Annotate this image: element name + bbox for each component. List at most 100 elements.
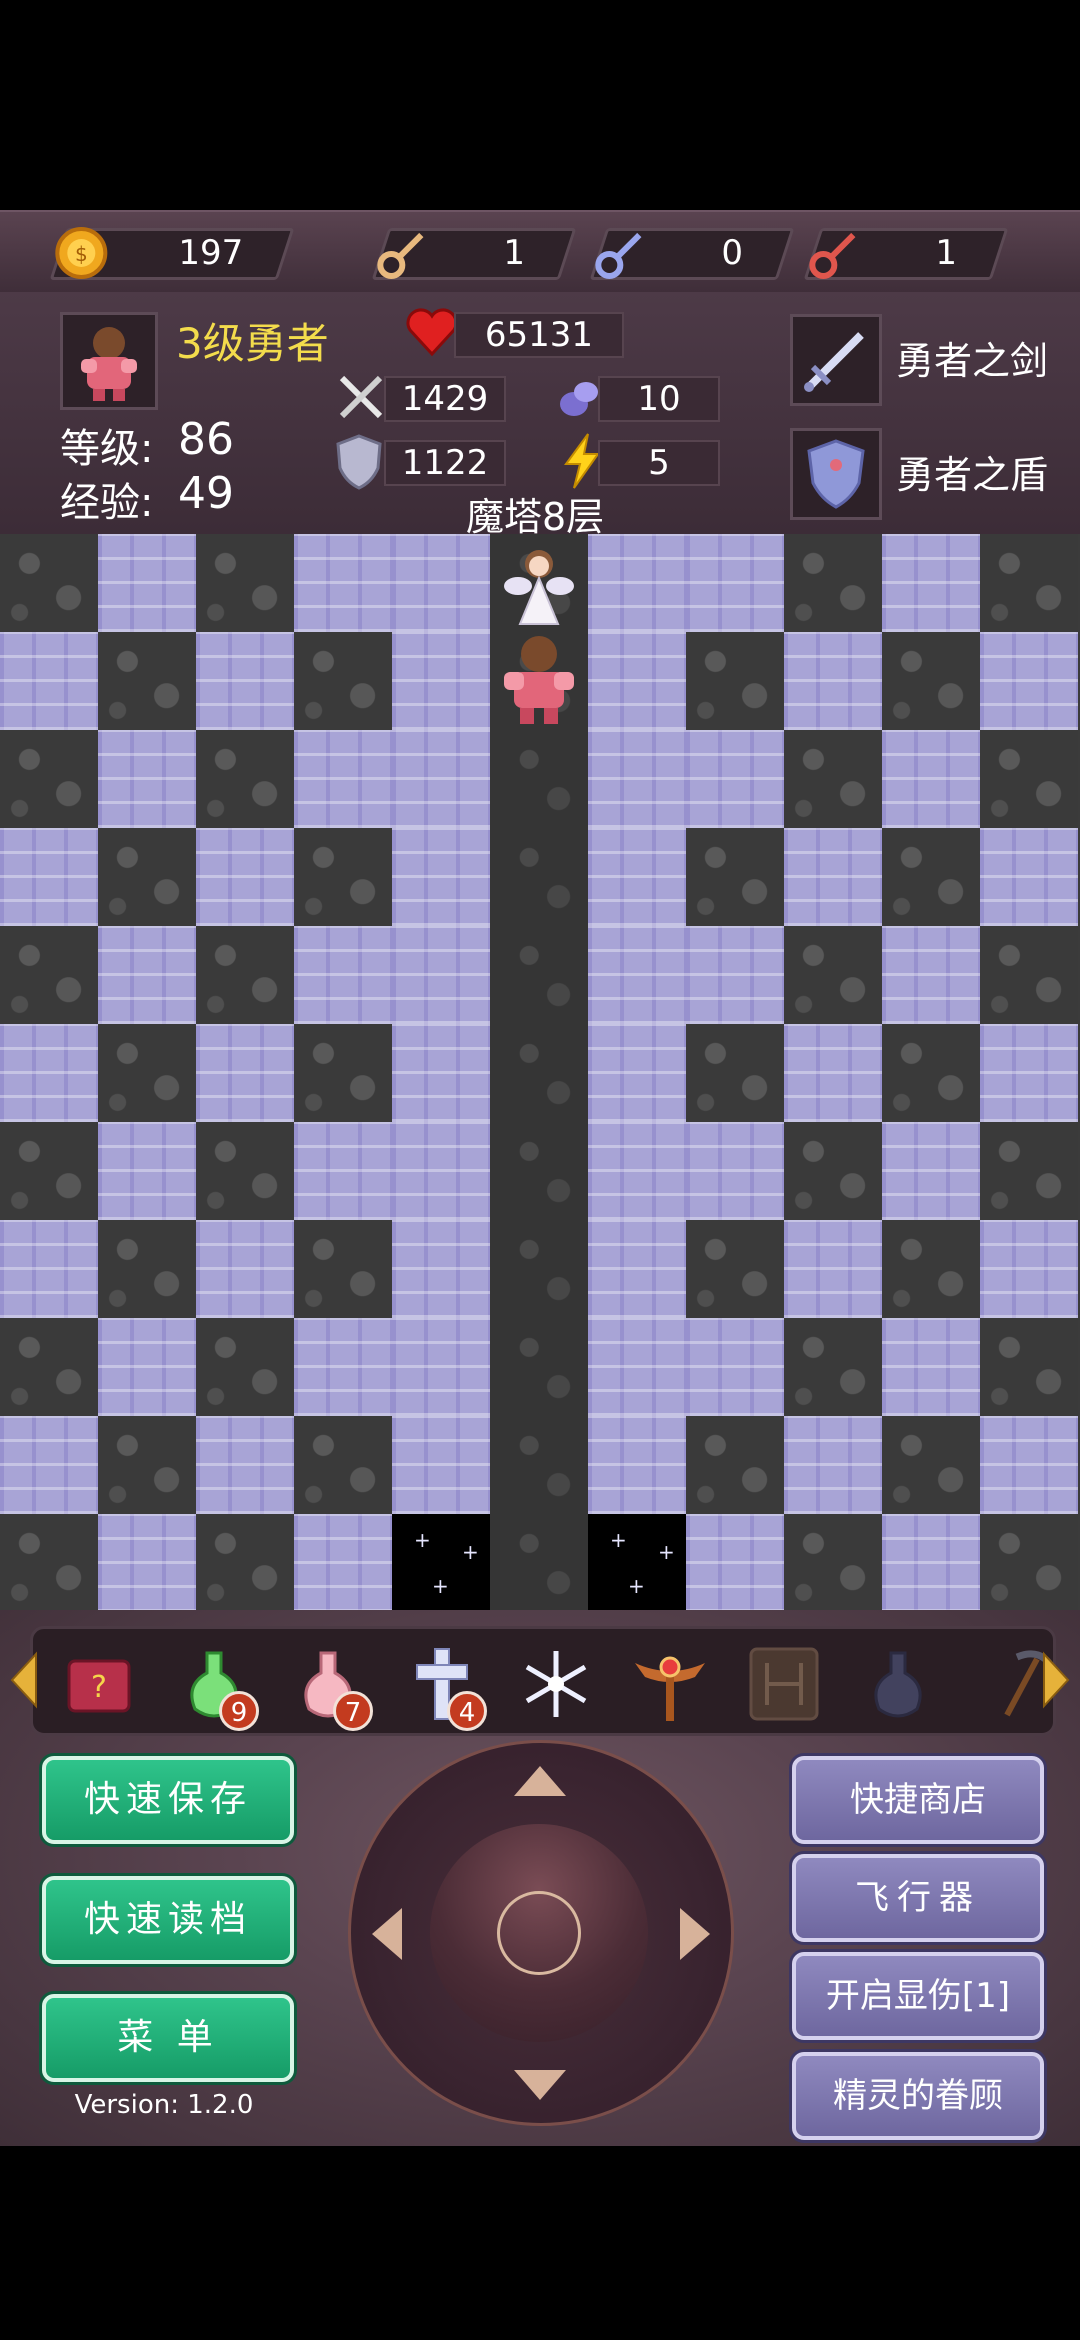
item-slot[interactable]: 4 — [397, 1639, 487, 1731]
wall-tile — [196, 730, 294, 828]
floor-tile — [588, 730, 686, 828]
book-icon: ? — [67, 1659, 131, 1713]
exp-label: 经验: — [60, 480, 154, 526]
floor-tile — [392, 828, 490, 926]
blue-key-counter: 0 — [589, 228, 795, 280]
item-slot[interactable]: ? — [55, 1639, 145, 1729]
floor-tile — [784, 1024, 882, 1122]
floor-tile — [980, 632, 1078, 730]
item-slot[interactable] — [739, 1639, 829, 1729]
atk-box: 1429 — [384, 376, 506, 422]
atk-value: 1429 — [401, 379, 489, 419]
dpad-down-icon[interactable] — [512, 2068, 568, 2102]
wall-tile — [0, 1122, 98, 1220]
floor-tile — [588, 534, 686, 632]
dpad-right-icon[interactable] — [678, 1906, 712, 1962]
wall-tile — [98, 1024, 196, 1122]
wall-tile — [98, 1416, 196, 1514]
wall-tile — [882, 1220, 980, 1318]
dark-flask-icon — [874, 1651, 922, 1718]
wall-tile — [980, 1318, 1078, 1416]
dpad-up-icon[interactable] — [512, 1764, 568, 1798]
quick-save-button[interactable]: 快速保存 — [42, 1756, 294, 1844]
wall-tile — [686, 1416, 784, 1514]
fairy-button[interactable]: 精灵的眷顾 — [792, 2052, 1044, 2140]
wall-tile — [294, 828, 392, 926]
wall-tile — [882, 828, 980, 926]
floor-tile — [686, 1514, 784, 1610]
floor-tile — [588, 1318, 686, 1416]
floor-tile — [882, 1318, 980, 1416]
blue-key-value: 0 — [721, 233, 744, 273]
damage-toggle-button[interactable]: 开启显伤[1] — [792, 1952, 1044, 2040]
mdef-value: 10 — [637, 379, 681, 419]
rune-tablet-icon — [749, 1647, 819, 1721]
wall-tile — [784, 534, 882, 632]
shield-slot[interactable] — [790, 428, 882, 520]
floor-label: 魔塔8层 — [466, 495, 605, 539]
quick-load-button[interactable]: 快速读档 — [42, 1876, 294, 1964]
wall-tile — [686, 1220, 784, 1318]
starfield-tile: + + + — [392, 1514, 490, 1610]
star-sparkle: + — [462, 1540, 479, 1564]
wall-tile — [686, 632, 784, 730]
menu-button[interactable]: 菜 单 — [42, 1994, 294, 2082]
floor-tile — [0, 632, 98, 730]
hero-avatar-icon — [81, 327, 137, 401]
floor-tile — [98, 1122, 196, 1220]
floor-tile — [882, 534, 980, 632]
item-slot[interactable] — [853, 1639, 943, 1729]
floor-tile — [588, 1220, 686, 1318]
def-value: 1122 — [401, 443, 489, 483]
wall-tile — [196, 1122, 294, 1220]
wall-tile — [882, 632, 980, 730]
exp-value: 49 — [178, 468, 234, 519]
dpad-center[interactable] — [497, 1891, 581, 1975]
level-value: 86 — [178, 414, 234, 465]
wall-tile — [490, 1220, 588, 1318]
hero-sprite[interactable] — [490, 632, 588, 730]
game-map[interactable]: + + + + + + — [0, 534, 1080, 1610]
weapon-slot[interactable] — [790, 314, 882, 406]
floor-tile — [686, 1122, 784, 1220]
fairy-sprite[interactable] — [490, 534, 588, 632]
floor-tile — [98, 534, 196, 632]
floor-tile — [392, 1024, 490, 1122]
dpad-left-icon[interactable] — [370, 1906, 404, 1962]
item-slot[interactable]: 9 — [169, 1639, 259, 1731]
wall-tile — [0, 926, 98, 1024]
floor-tile — [294, 730, 392, 828]
scroll-left-icon[interactable] — [8, 1650, 40, 1710]
floor-tile — [98, 730, 196, 828]
wall-tile — [490, 926, 588, 1024]
wall-tile — [980, 926, 1078, 1024]
wall-tile — [196, 1318, 294, 1416]
wall-tile — [98, 632, 196, 730]
floor-tile — [392, 534, 490, 632]
wall-tile — [490, 730, 588, 828]
wall-tile — [294, 1220, 392, 1318]
item-slot[interactable]: 7 — [283, 1639, 373, 1731]
item-slot[interactable] — [625, 1639, 715, 1729]
wall-tile — [0, 730, 98, 828]
fly-button[interactable]: 飞行器 — [792, 1854, 1044, 1942]
floor-tile — [0, 1416, 98, 1514]
star-sparkle: + — [414, 1528, 431, 1552]
quick-shop-button[interactable]: 快捷商店 — [792, 1756, 1044, 1844]
wall-tile — [784, 730, 882, 828]
floor-tile — [196, 1024, 294, 1122]
floor-tile — [294, 1514, 392, 1610]
winged-staff-icon — [635, 1656, 705, 1721]
item-slot[interactable] — [511, 1639, 601, 1729]
floor-tile — [294, 1122, 392, 1220]
floor-tile — [686, 730, 784, 828]
floor-tile — [196, 828, 294, 926]
floor-tile — [980, 828, 1078, 926]
item-count-badge: 7 — [333, 1691, 373, 1731]
floor-tile — [980, 1416, 1078, 1514]
floor-tile — [0, 1220, 98, 1318]
wall-tile — [882, 1024, 980, 1122]
floor-tile — [588, 828, 686, 926]
scroll-right-icon[interactable] — [1040, 1650, 1072, 1710]
star-sparkle: + — [658, 1540, 675, 1564]
